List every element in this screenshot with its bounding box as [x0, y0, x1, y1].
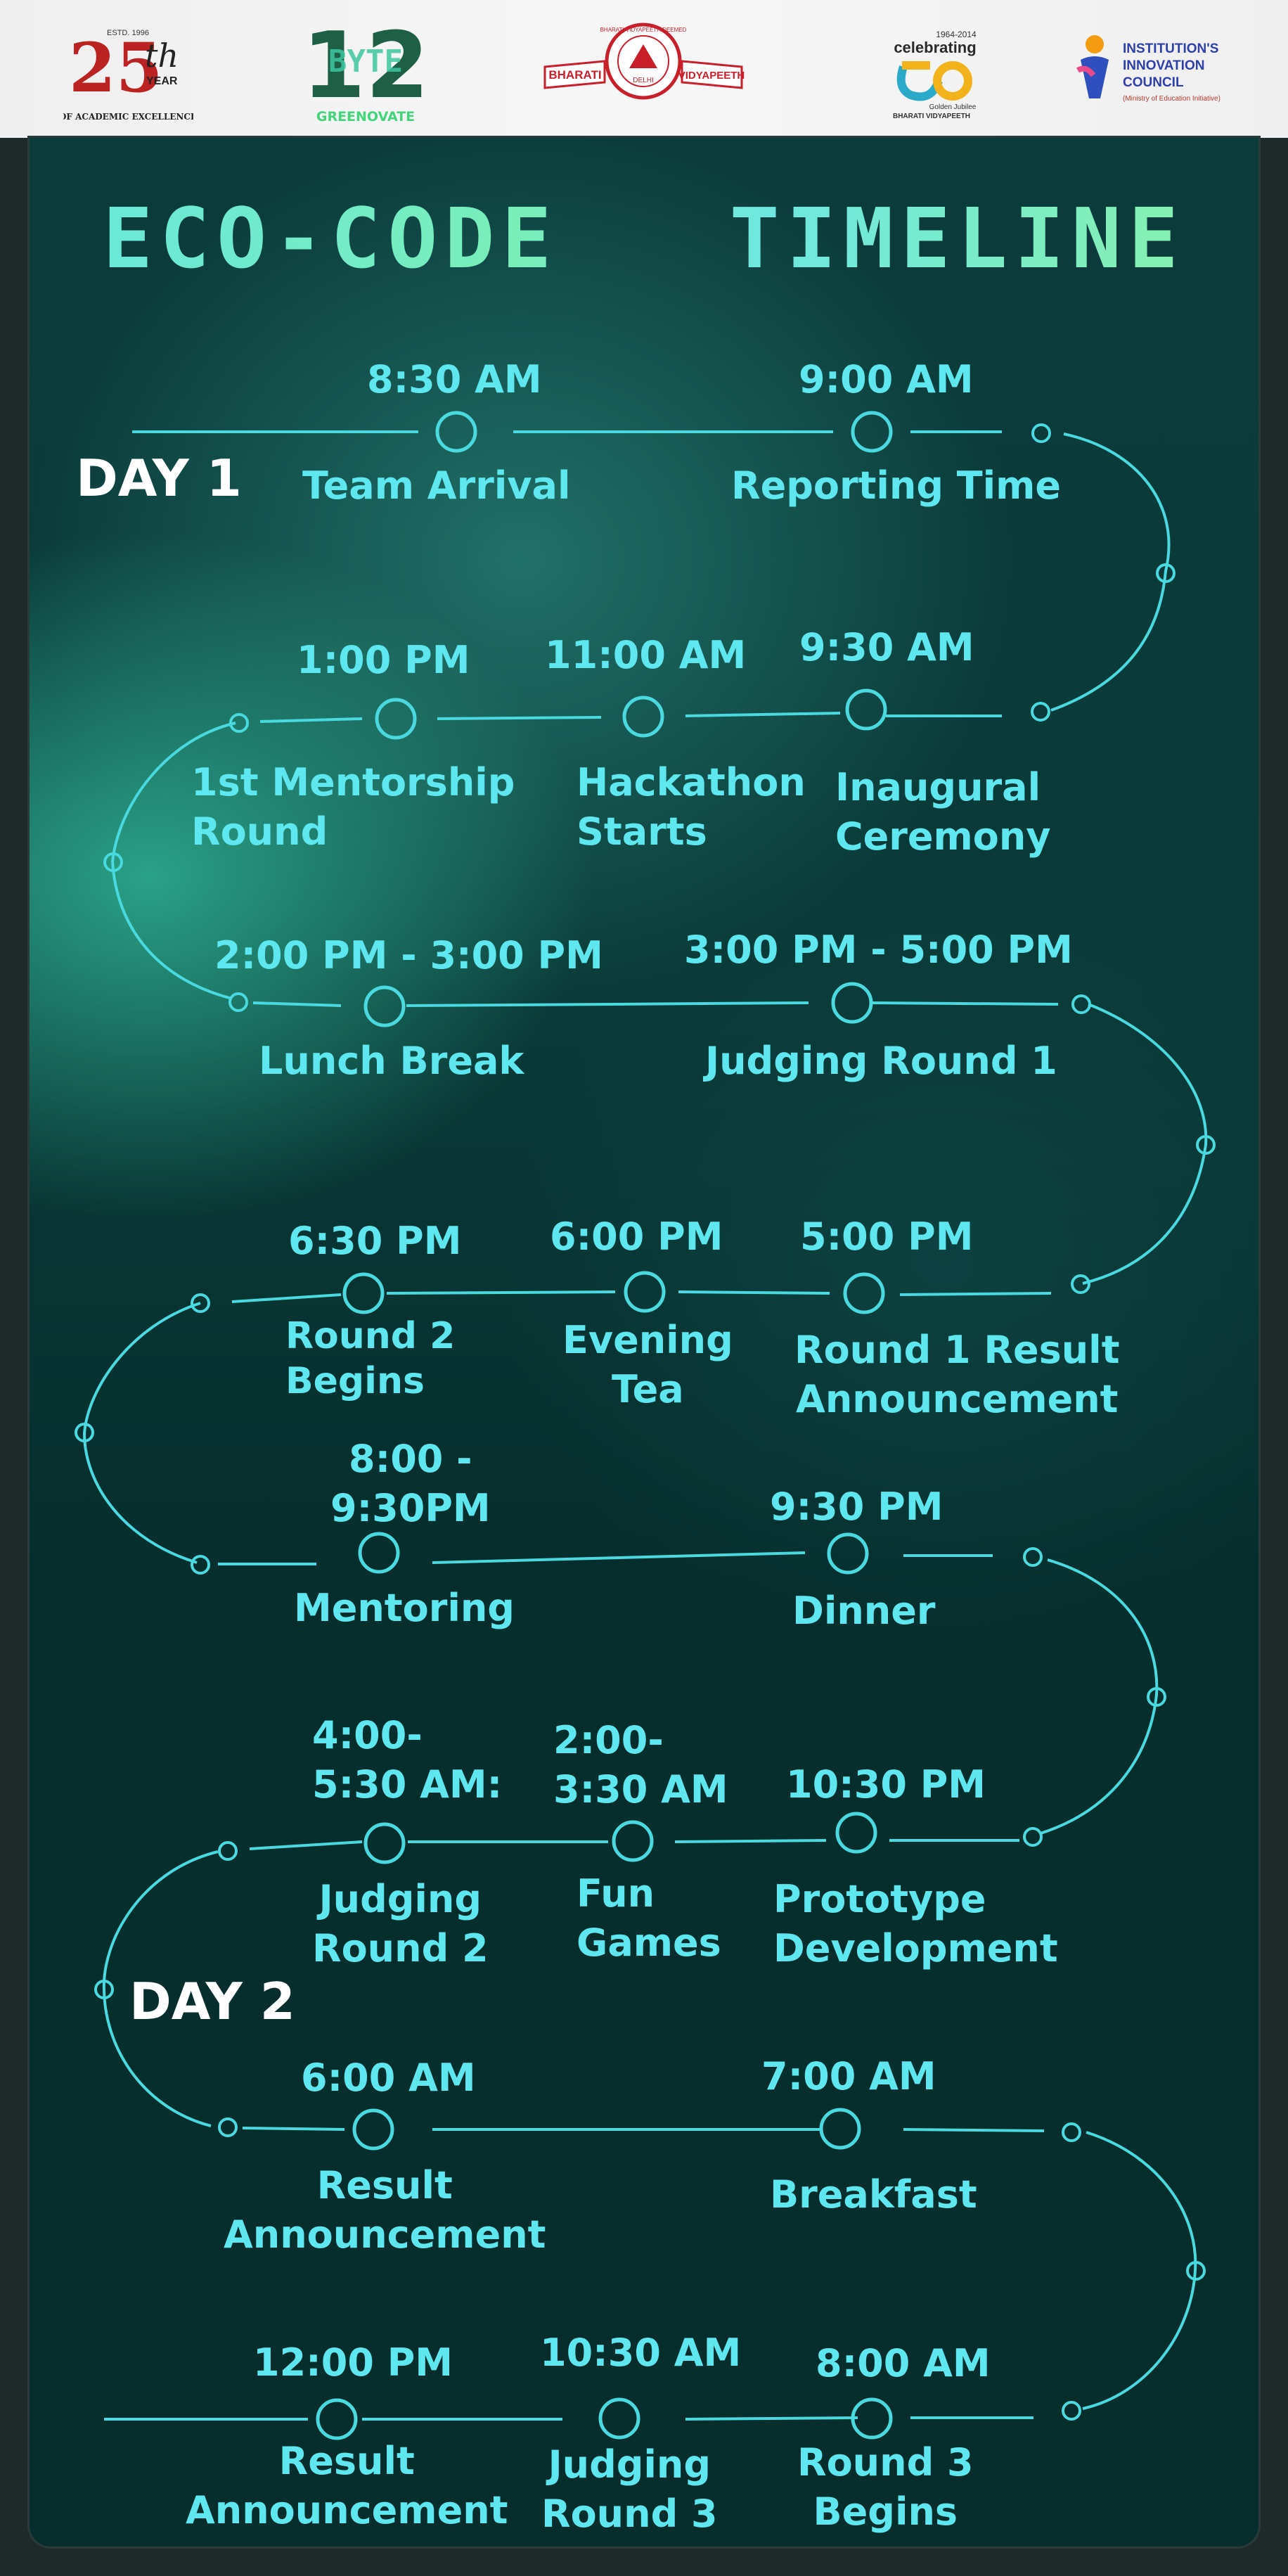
event-label-reporting-time: Reporting Time [731, 463, 1062, 508]
event-circle-breakfast [819, 2108, 861, 2150]
event-label-round-2-begins: Round 2 Begins [285, 1315, 456, 1402]
event-circle-round-1-result [843, 1272, 885, 1314]
event-time-breakfast: 7:00 AM [761, 2054, 936, 2098]
event-time-1st-mentorship: 1:00 PM [297, 638, 470, 682]
connector-dot [1062, 2401, 1081, 2421]
event-label-judging-round-3: Judging Round 3 [541, 2442, 718, 2536]
connector-dot [218, 1841, 238, 1861]
event-circle-final-result [316, 2398, 358, 2440]
event-time-round-3-begins: 8:00 AM [816, 2341, 991, 2385]
connector-dot [1023, 1547, 1043, 1567]
event-circle-mentoring [358, 1532, 400, 1574]
event-time-round-2-begins: 6:30 PM [288, 1219, 462, 1263]
event-label-round-3-begins: Round 3 Begins [797, 2440, 974, 2534]
connector-dot [228, 992, 248, 1012]
event-time-hackathon-starts: 11:00 AM [545, 633, 747, 677]
event-circle-fun-games [612, 1820, 654, 1862]
event-label-final-result: Result Announcement [186, 2439, 508, 2532]
connector-dot [1071, 1274, 1090, 1294]
event-circle-team-arrival [435, 411, 477, 453]
event-time-judging-round-2: 4:00- 5:30 AM: [312, 1713, 503, 1807]
event-time-result-announcement-day2: 6:00 AM [301, 2056, 476, 2100]
event-circle-result-announcement-day2 [352, 2108, 394, 2151]
event-time-round-1-result: 5:00 PM [800, 1215, 974, 1259]
connector-dot [1023, 1827, 1043, 1847]
event-label-dinner: Dinner [792, 1589, 936, 1633]
day-1-label: DAY 1 [76, 449, 242, 508]
event-circle-hackathon-starts [622, 696, 664, 738]
event-time-lunch-break: 2:00 PM - 3:00 PM [214, 933, 603, 978]
event-circle-dinner [827, 1532, 869, 1575]
event-circle-reporting-time [851, 411, 893, 453]
timeline-track [75, 411, 1216, 2440]
event-circle-round-2-begins [342, 1272, 385, 1314]
event-label-inaugural-ceremony: Inaugural Ceremony [835, 765, 1051, 859]
event-label-judging-round-2: Judging Round 2 [312, 1877, 489, 1971]
event-time-fun-games: 2:00- 3:30 AM [553, 1718, 728, 1812]
event-circle-1st-mentorship [375, 698, 417, 740]
event-time-judging-round-3: 10:30 AM [540, 2331, 742, 2375]
connector-dot [1062, 2122, 1081, 2142]
event-time-team-arrival: 8:30 AM [367, 357, 542, 402]
event-time-mentoring: 8:00 - 9:30PM [330, 1437, 491, 1530]
connector-dot [1031, 702, 1050, 722]
event-label-prototype-development: Prototype Development [773, 1877, 1058, 1971]
event-circle-judging-round-1 [831, 982, 873, 1024]
event-label-judging-round-1: Judging Round 1 [705, 1039, 1057, 1083]
event-label-evening-tea: Evening Tea [562, 1318, 733, 1411]
event-label-team-arrival: Team Arrival [302, 463, 571, 508]
event-label-1st-mentorship: 1st Mentorship Round [191, 760, 515, 854]
connector-dot [1071, 994, 1091, 1014]
event-time-reporting-time: 9:00 AM [799, 357, 974, 402]
event-time-final-result: 12:00 PM [253, 2340, 453, 2385]
event-circle-judging-round-3 [598, 2397, 640, 2440]
event-label-breakfast: Breakfast [770, 2172, 977, 2217]
event-label-lunch-break: Lunch Break [259, 1039, 524, 1083]
event-time-prototype-development: 10:30 PM [786, 1762, 986, 1807]
connector-dot [1031, 423, 1051, 443]
event-time-judging-round-1: 3:00 PM - 5:00 PM [684, 928, 1073, 972]
event-time-inaugural-ceremony: 9:30 AM [799, 625, 974, 669]
event-label-mentoring: Mentoring [294, 1586, 515, 1630]
event-circle-inaugural-ceremony [845, 688, 887, 731]
event-time-evening-tea: 6:00 PM [550, 1215, 723, 1259]
connector-dot [191, 1555, 210, 1575]
connector-dot [218, 2117, 238, 2137]
event-circle-lunch-break [363, 985, 406, 1027]
event-label-round-1-result: Round 1 Result Announcement [794, 1328, 1120, 1421]
day-2-label: DAY 2 [129, 1972, 295, 2031]
event-time-dinner: 9:30 PM [770, 1485, 944, 1529]
event-label-hackathon-starts: Hackathon Starts [577, 760, 806, 854]
event-circle-judging-round-2 [363, 1822, 406, 1864]
event-label-fun-games: Fun Games [577, 1871, 721, 1965]
event-circle-round-3-begins [851, 2397, 893, 2440]
event-label-result-announcement-day2: Result Announcement [224, 2163, 546, 2257]
event-circle-prototype-development [835, 1812, 877, 1854]
event-circle-evening-tea [624, 1271, 666, 1313]
